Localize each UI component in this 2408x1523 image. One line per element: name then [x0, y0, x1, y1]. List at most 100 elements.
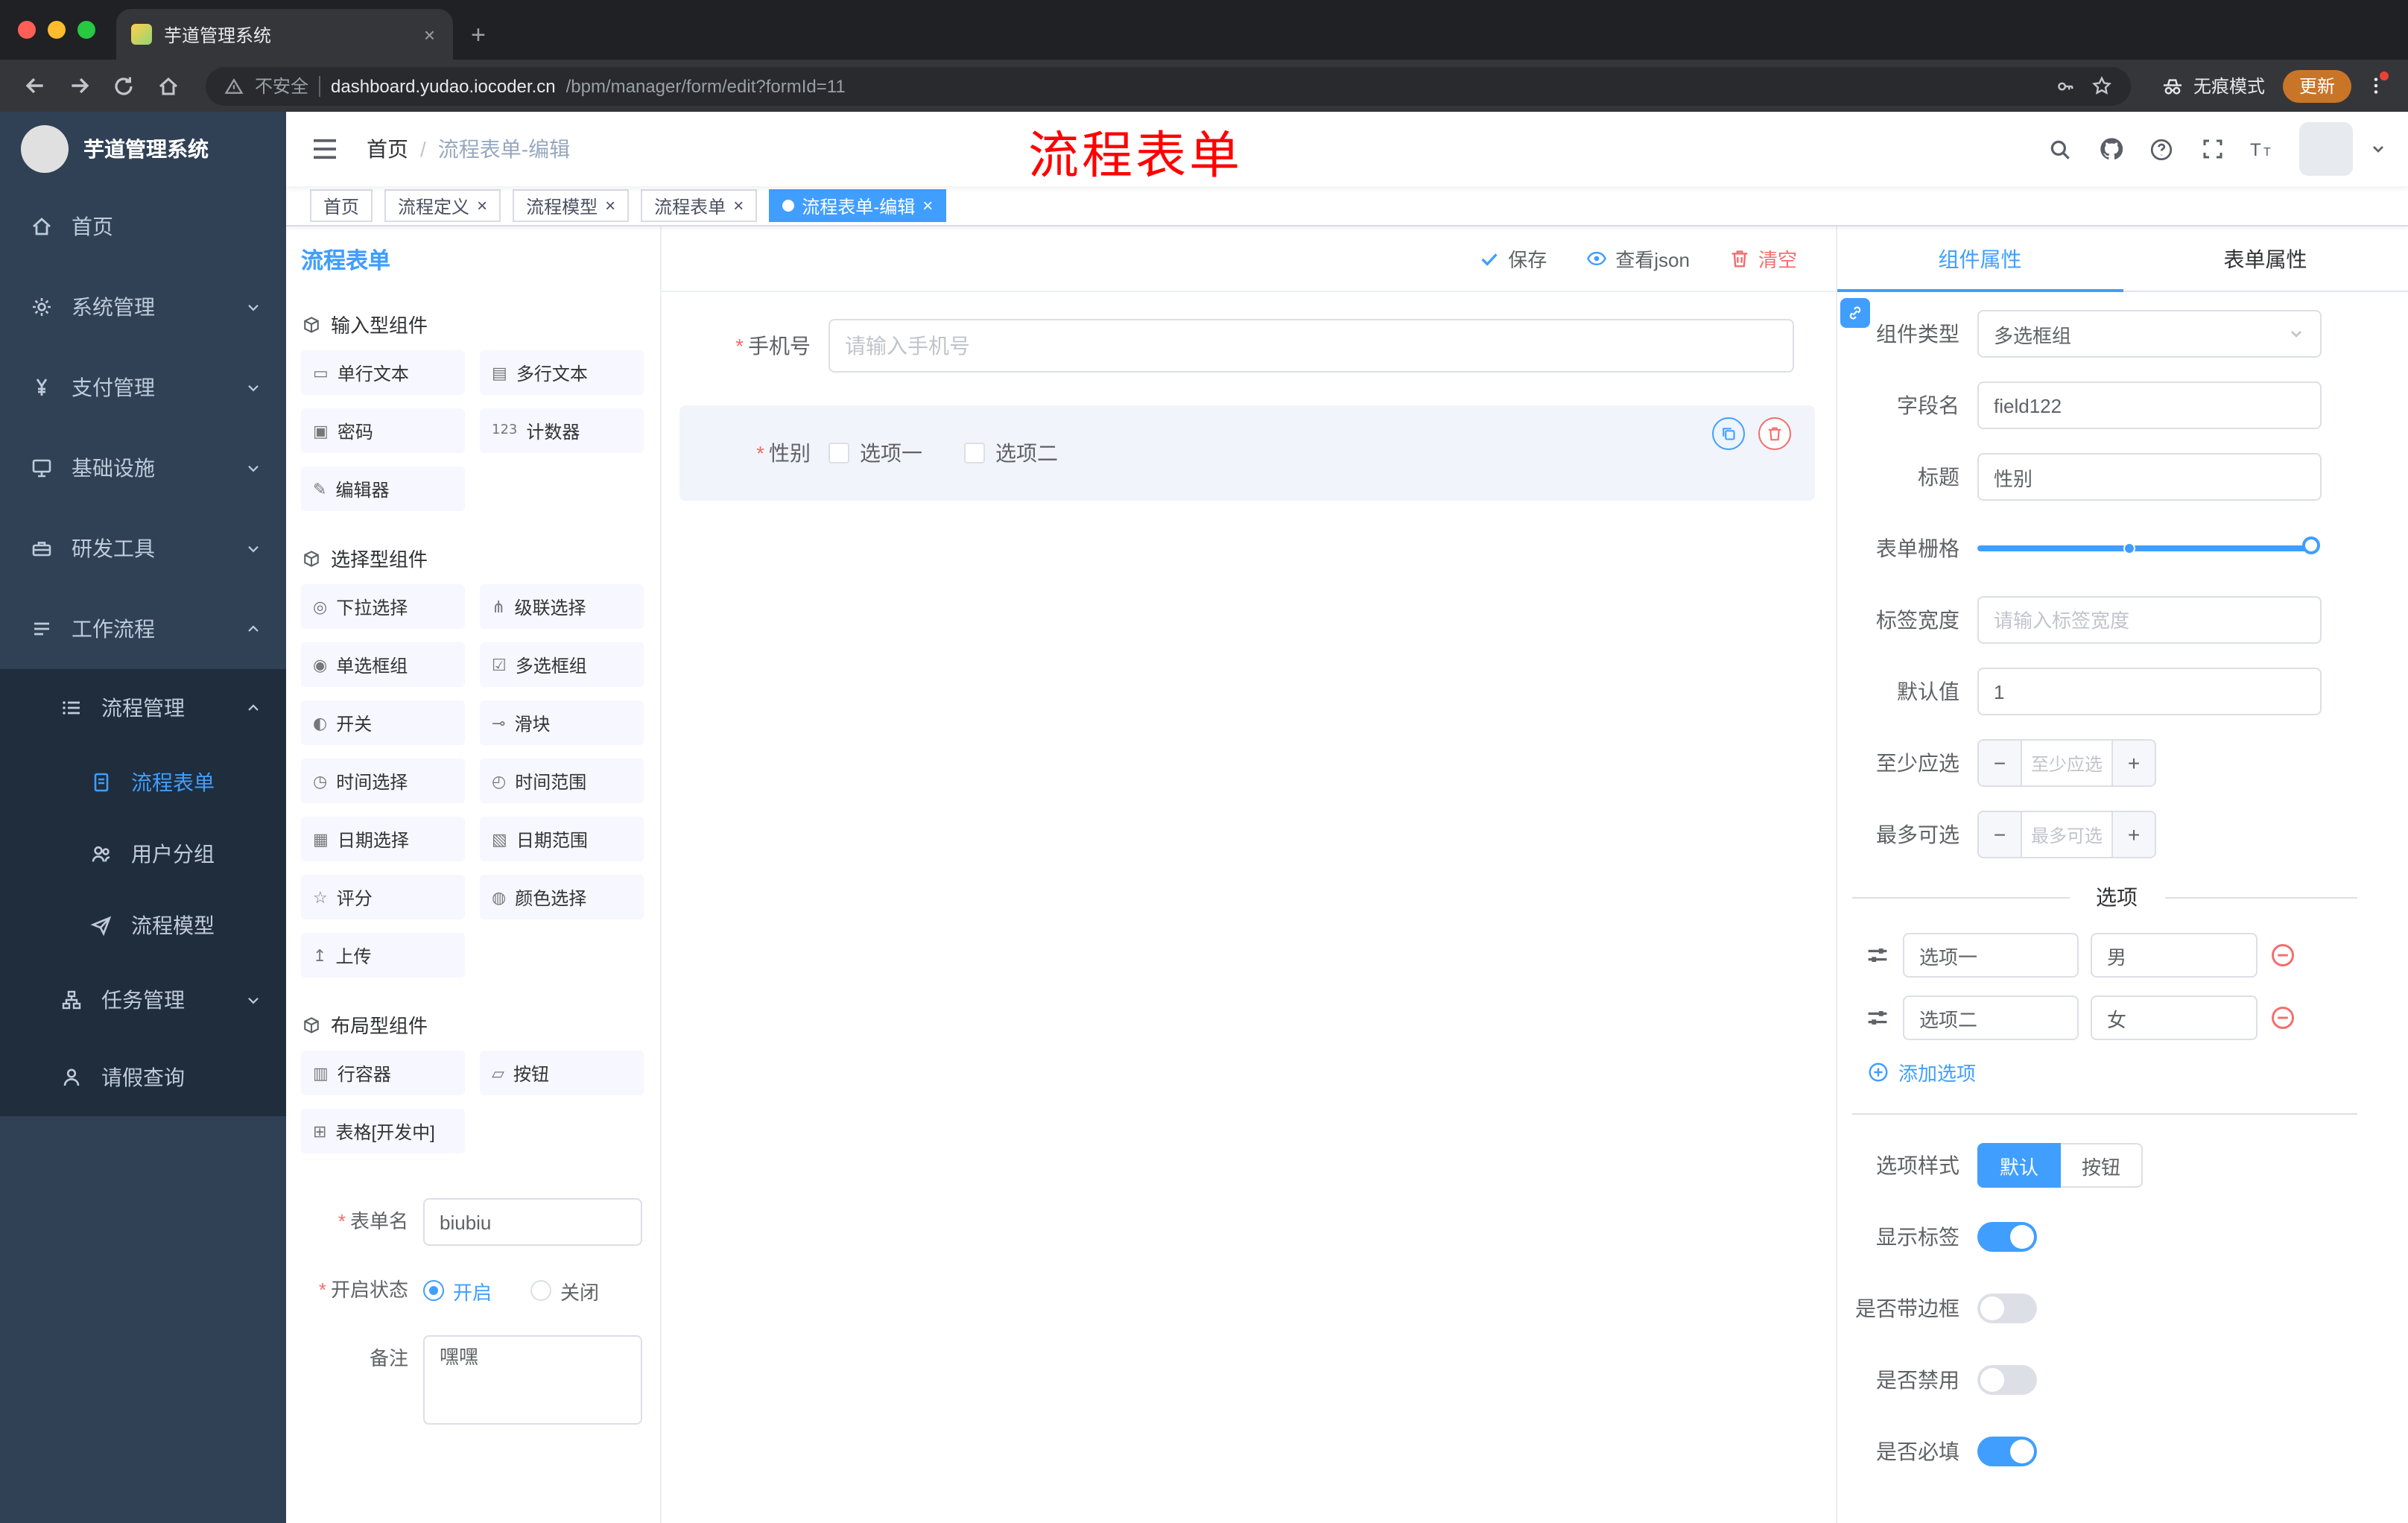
- palette-item-switch[interactable]: ◐ 开关: [301, 700, 465, 745]
- bookmark-star-icon[interactable]: [2091, 75, 2113, 97]
- sidebar-item-process-model[interactable]: 流程模型: [0, 890, 286, 961]
- tab-component-props[interactable]: 组件属性: [1837, 227, 2123, 292]
- clear-button[interactable]: 清空: [1729, 244, 1797, 273]
- tag-process-model[interactable]: 流程模型 ×: [513, 189, 630, 222]
- new-tab-button[interactable]: +: [471, 21, 486, 51]
- fullscreen-button[interactable]: [2198, 135, 2226, 163]
- checkbox-option-1[interactable]: 选项一: [828, 438, 922, 468]
- drag-handle-icon[interactable]: [1864, 942, 1891, 969]
- palette-item-password[interactable]: ▣ 密码: [301, 408, 465, 453]
- palette-item-select[interactable]: ◎ 下拉选择: [301, 584, 465, 629]
- sidebar-item-dev-tools[interactable]: 研发工具: [0, 508, 286, 589]
- remove-option-button[interactable]: [2269, 1004, 2296, 1031]
- field-name-input[interactable]: [1977, 381, 2322, 429]
- phone-field-row[interactable]: * 手机号: [679, 319, 1815, 373]
- status-radio-on[interactable]: 开启: [423, 1276, 492, 1305]
- delete-component-button[interactable]: [1758, 417, 1791, 450]
- breadcrumb-item-home[interactable]: 首页: [367, 134, 408, 164]
- checkbox-option-2[interactable]: 选项二: [964, 438, 1058, 468]
- stepper-value[interactable]: 至少应选: [2022, 741, 2111, 785]
- palette-item-row-container[interactable]: ▥ 行容器: [301, 1051, 465, 1095]
- slider-handle[interactable]: [2302, 536, 2320, 554]
- update-button[interactable]: 更新: [2282, 69, 2351, 102]
- sidebar-item-user-group[interactable]: 用户分组: [0, 818, 286, 890]
- palette-item-rate[interactable]: ☆ 评分: [301, 875, 465, 919]
- option-label-input[interactable]: [1903, 995, 2079, 1040]
- palette-item-color-picker[interactable]: ◍ 颜色选择: [480, 875, 644, 919]
- tag-process-form-edit[interactable]: 流程表单-编辑 ×: [769, 189, 947, 222]
- stepper-decrease-button[interactable]: −: [1979, 812, 2022, 857]
- drag-handle-icon[interactable]: [1864, 1004, 1891, 1031]
- tag-close-icon[interactable]: ×: [605, 197, 615, 215]
- palette-item-date-picker[interactable]: ▦ 日期选择: [301, 817, 465, 861]
- stepper-decrease-button[interactable]: −: [1979, 741, 2022, 785]
- sidebar-item-leave-query[interactable]: 请假查询: [0, 1039, 286, 1116]
- sidebar-item-home[interactable]: 首页: [0, 186, 286, 267]
- sidebar-item-infrastructure[interactable]: 基础设施: [0, 428, 286, 508]
- palette-item-table[interactable]: ⊞ 表格[开发中]: [301, 1109, 465, 1153]
- style-segment-button[interactable]: 按钮: [2061, 1143, 2144, 1188]
- save-button[interactable]: 保存: [1478, 244, 1547, 273]
- forward-button[interactable]: [60, 66, 98, 105]
- avatar[interactable]: [2299, 122, 2353, 176]
- window-zoom-button[interactable]: [77, 21, 95, 39]
- palette-item-cascader[interactable]: ⋔ 级联选择: [480, 584, 644, 629]
- tag-process-form[interactable]: 流程表单 ×: [641, 189, 758, 222]
- switch-show-label[interactable]: [1977, 1222, 2037, 1252]
- font-size-button[interactable]: TT: [2249, 135, 2277, 163]
- remove-option-button[interactable]: [2269, 942, 2296, 969]
- default-value-input[interactable]: [1977, 668, 2322, 715]
- tag-close-icon[interactable]: ×: [477, 197, 487, 215]
- palette-item-checkbox-group[interactable]: ☑ 多选框组: [480, 642, 644, 687]
- tag-close-icon[interactable]: ×: [922, 197, 933, 215]
- palette-item-single-line-text[interactable]: ▭ 单行文本: [301, 350, 465, 395]
- search-button[interactable]: [2046, 135, 2074, 163]
- add-option-button[interactable]: 添加选项: [1867, 1058, 2381, 1086]
- avatar-caret-icon[interactable]: [2369, 140, 2387, 158]
- github-button[interactable]: [2097, 135, 2125, 163]
- window-minimize-button[interactable]: [48, 21, 66, 39]
- switch-border[interactable]: [1977, 1294, 2037, 1323]
- switch-disabled[interactable]: [1977, 1365, 2037, 1395]
- form-name-field[interactable]: [423, 1198, 642, 1246]
- switch-required[interactable]: [1977, 1437, 2037, 1466]
- palette-item-button[interactable]: ▱ 按钮: [480, 1051, 644, 1095]
- tab-form-props[interactable]: 表单属性: [2123, 227, 2408, 291]
- tag-process-definition[interactable]: 流程定义 ×: [384, 189, 501, 222]
- sidebar-item-workflow[interactable]: 工作流程: [0, 589, 286, 669]
- stepper-value[interactable]: 最多可选: [2022, 812, 2111, 857]
- browser-menu-button[interactable]: [2357, 66, 2393, 105]
- sidebar-item-system[interactable]: 系统管理: [0, 267, 286, 347]
- hamburger-button[interactable]: [310, 134, 340, 164]
- gender-field-row[interactable]: * 性别 选项一 选项二: [679, 405, 1815, 501]
- view-json-button[interactable]: 查看json: [1585, 244, 1690, 273]
- tag-close-icon[interactable]: ×: [733, 197, 744, 215]
- palette-item-upload[interactable]: ↥ 上传: [301, 933, 465, 978]
- checkbox-icon[interactable]: [828, 443, 849, 463]
- palette-item-radio-group[interactable]: ◉ 单选框组: [301, 642, 465, 687]
- palette-item-counter[interactable]: 123 计数器: [480, 408, 644, 453]
- tab-close-button[interactable]: ×: [421, 23, 438, 45]
- palette-item-time-picker[interactable]: ◷ 时间选择: [301, 759, 465, 803]
- style-segment-default[interactable]: 默认: [1977, 1143, 2062, 1188]
- component-type-select[interactable]: 多选框组: [1977, 310, 2322, 358]
- checkbox-icon[interactable]: [964, 443, 985, 463]
- sidebar-item-task-management[interactable]: 任务管理: [0, 961, 286, 1039]
- security-label[interactable]: 不安全: [255, 73, 308, 98]
- tag-home[interactable]: 首页: [310, 189, 373, 222]
- reload-button[interactable]: [104, 66, 143, 105]
- copy-component-button[interactable]: [1712, 417, 1745, 450]
- stepper-increase-button[interactable]: +: [2111, 812, 2155, 857]
- back-button[interactable]: [15, 66, 54, 105]
- window-close-button[interactable]: [18, 21, 36, 39]
- palette-item-time-range[interactable]: ◴ 时间范围: [480, 759, 644, 803]
- sidebar-item-process-management[interactable]: 流程管理: [0, 669, 286, 747]
- palette-item-slider[interactable]: ⊸ 滑块: [480, 700, 644, 745]
- link-badge[interactable]: [1840, 298, 1870, 328]
- palette-item-editor[interactable]: ✎ 编辑器: [301, 466, 465, 511]
- help-button[interactable]: [2147, 135, 2176, 163]
- browser-home-button[interactable]: [149, 66, 188, 105]
- phone-input[interactable]: [828, 319, 1794, 373]
- sidebar-item-payment[interactable]: 支付管理: [0, 347, 286, 428]
- key-icon[interactable]: [2055, 75, 2076, 96]
